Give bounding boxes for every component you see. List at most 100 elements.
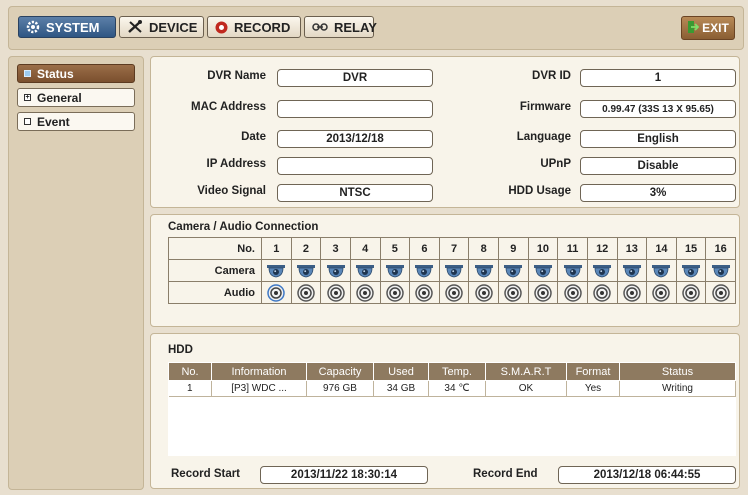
speaker-icon <box>623 283 641 302</box>
dvr-window: SYSTEM DEVICE RECORD RELAY EXIT Status +… <box>0 0 748 495</box>
cell-capacity: 976 GB <box>306 380 374 397</box>
camera-icon <box>355 263 375 279</box>
audio-row: Audio <box>168 281 736 304</box>
firmware-label: Firmware <box>519 101 571 113</box>
speaker-icon <box>563 283 582 302</box>
camera-icon <box>711 263 731 279</box>
channel-number: 5 <box>379 237 411 260</box>
tab-record[interactable]: RECORD <box>207 16 301 38</box>
language-label: Language <box>516 131 571 143</box>
camera-cell-10 <box>527 259 559 282</box>
channel-number: 7 <box>438 237 470 260</box>
video-signal-label: Video Signal <box>197 185 266 197</box>
relay-icon <box>312 22 328 32</box>
audio-cell-2 <box>290 281 322 304</box>
cell-smart: OK <box>485 380 567 397</box>
audio-cell-11 <box>557 281 588 304</box>
camera-cell-3 <box>320 259 351 282</box>
channel-number: 8 <box>468 237 499 260</box>
exit-label: EXIT <box>702 21 729 35</box>
hdd-table-header: No. Information Capacity Used Temp. S.M.… <box>168 362 736 381</box>
cell-no: 1 <box>168 380 212 397</box>
col-format: Format <box>566 362 620 381</box>
col-status: Status <box>619 362 736 381</box>
exit-icon <box>687 20 700 37</box>
tab-device[interactable]: DEVICE <box>119 16 204 38</box>
hdd-panel: HDD No. Information Capacity Used Temp. … <box>150 333 740 489</box>
camera-audio-panel: Camera / Audio Connection No. 1 2 3 4 5 … <box>150 214 740 327</box>
tab-relay[interactable]: RELAY <box>304 16 377 38</box>
channel-number: 11 <box>557 237 588 260</box>
language-field: English <box>580 130 736 148</box>
audio-cell-3 <box>320 281 351 304</box>
camera-cell-15 <box>675 259 707 282</box>
tab-relay-label: RELAY <box>334 19 377 35</box>
hdd-title: HDD <box>168 344 193 356</box>
record-end-field: 2013/12/18 06:44:55 <box>558 466 736 484</box>
channel-number: 15 <box>675 237 707 260</box>
hdd-table: No. Information Capacity Used Temp. S.M.… <box>168 362 736 397</box>
tools-icon <box>127 20 143 34</box>
camera-row: Camera <box>168 259 736 282</box>
exit-button[interactable]: EXIT <box>681 16 735 40</box>
channel-number: 10 <box>527 237 559 260</box>
audio-cell-15 <box>675 281 707 304</box>
status-bullet-icon <box>24 70 31 77</box>
sidebar-item-general[interactable]: + General <box>17 88 135 107</box>
cell-used: 34 GB <box>373 380 429 397</box>
col-capacity: Capacity <box>306 362 374 381</box>
gear-icon <box>26 20 40 34</box>
hdd-usage-label: HDD Usage <box>508 185 571 197</box>
channel-number: 4 <box>349 237 381 260</box>
camera-icon <box>503 263 523 279</box>
audio-cell-8 <box>468 281 499 304</box>
camera-icon <box>622 263 642 279</box>
audio-cell-4 <box>349 281 381 304</box>
dvr-name-field[interactable]: DVR <box>277 69 433 87</box>
camera-cell-2 <box>290 259 322 282</box>
speaker-icon <box>504 283 523 302</box>
date-field: 2013/12/18 <box>277 130 433 148</box>
video-signal-field: NTSC <box>277 184 433 202</box>
col-information: Information <box>211 362 307 381</box>
sidebar-item-event[interactable]: Event <box>17 112 135 131</box>
camera-icon <box>296 263 316 279</box>
speaker-icon <box>356 283 374 302</box>
col-temp: Temp. <box>428 362 486 381</box>
firmware-field: 0.99.47 (33S 13 X 95.65) <box>580 100 736 118</box>
camera-icon <box>533 263 553 279</box>
dvr-id-field[interactable]: 1 <box>580 69 736 87</box>
tab-system[interactable]: SYSTEM <box>18 16 116 38</box>
cell-information: [P3] WDC ... <box>211 380 307 397</box>
cell-status: Writing <box>619 380 736 397</box>
tab-system-label: SYSTEM <box>46 19 100 35</box>
top-menu-bar: SYSTEM DEVICE RECORD RELAY EXIT <box>8 6 744 50</box>
hdd-usage-field: 3% <box>580 184 736 202</box>
camera-icon <box>592 263 612 279</box>
tab-record-label: RECORD <box>234 19 291 35</box>
speaker-icon <box>593 283 611 302</box>
channel-number: 6 <box>409 237 440 260</box>
camera-cell-12 <box>586 259 618 282</box>
ip-address-field <box>277 157 433 175</box>
camera-icon <box>444 263 464 279</box>
sidebar-item-status[interactable]: Status <box>17 64 135 83</box>
upnp-label: UPnP <box>540 158 571 170</box>
audio-cell-13 <box>616 281 648 304</box>
sidebar: Status + General Event <box>8 56 144 490</box>
camera-cell-6 <box>409 259 440 282</box>
upnp-field: Disable <box>580 157 736 175</box>
camera-row-label: Camera <box>168 259 262 282</box>
camera-cell-7 <box>438 259 470 282</box>
speaker-icon <box>652 283 671 302</box>
camera-cell-14 <box>646 259 677 282</box>
channel-number: 3 <box>320 237 351 260</box>
camera-icon <box>385 263 405 279</box>
camera-icon <box>651 263 671 279</box>
mac-address-field <box>277 100 433 118</box>
empty-box-icon <box>24 118 31 125</box>
expand-plus-icon: + <box>24 94 31 101</box>
camera-icon <box>266 263 286 279</box>
sidebar-item-label: Status <box>37 66 74 81</box>
table-row[interactable]: 1 [P3] WDC ... 976 GB 34 GB 34 ℃ OK Yes … <box>168 380 736 397</box>
